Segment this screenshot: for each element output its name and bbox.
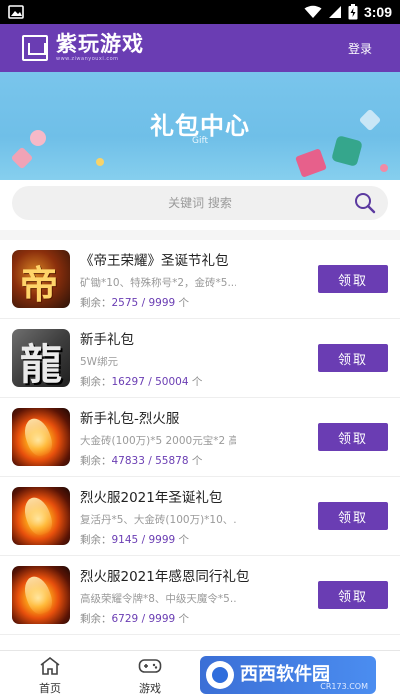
gift-item[interactable]: 烈火服2021年感恩同行礼包 高级荣耀令牌*8、中级天魔令*5... 剩余：67… bbox=[0, 556, 400, 635]
game-thumbnail bbox=[12, 566, 70, 624]
logo-title: 紫玩游戏 bbox=[56, 32, 144, 56]
gift-list: 帝 《帝王荣耀》圣诞节礼包 矿锄*10、特殊称号*2，金砖*5... 剩余：25… bbox=[0, 240, 400, 635]
heart-decoration bbox=[10, 146, 34, 170]
gift-item[interactable]: 龍 新手礼包 5W绑元 剩余：16297 / 50004 个 领取 bbox=[0, 319, 400, 398]
banner-subtitle: Gift bbox=[191, 136, 208, 146]
watermark-url: CR173.COM bbox=[320, 682, 368, 691]
wifi-icon bbox=[304, 5, 322, 18]
app-header: 紫玩游戏 www.ziwanyouxi.com 登录 bbox=[0, 24, 400, 72]
gift-item[interactable]: 新手礼包-烈火服 大金砖(100万)*5 2000元宝*2 高... 剩余：47… bbox=[0, 398, 400, 477]
search-input[interactable] bbox=[12, 186, 388, 220]
nav-games-label: 游戏 bbox=[139, 681, 161, 695]
gift-description: 大金砖(100万)*5 2000元宝*2 高... bbox=[80, 434, 236, 447]
dot-decoration bbox=[96, 158, 104, 166]
section-divider bbox=[0, 230, 400, 240]
gift-description: 高级荣耀令牌*8、中级天魔令*5... bbox=[80, 592, 236, 605]
gift-stock: 剩余：9145 / 9999 个 bbox=[80, 533, 190, 546]
gift-stock: 剩余：16297 / 50004 个 bbox=[80, 375, 203, 388]
claim-button[interactable]: 领取 bbox=[318, 265, 388, 293]
gift-stock: 剩余：6729 / 9999 个 bbox=[80, 612, 190, 625]
dot-decoration bbox=[380, 164, 388, 172]
nav-home[interactable]: 首页 bbox=[0, 651, 100, 700]
gift-description: 复活丹*5、大金砖(100万)*10、... bbox=[80, 513, 236, 526]
logo-mark-icon bbox=[22, 35, 48, 61]
nav-games[interactable]: 游戏 bbox=[100, 651, 200, 700]
site-watermark: 西西软件园 CR173.COM bbox=[200, 656, 376, 694]
brand-logo[interactable]: 紫玩游戏 www.ziwanyouxi.com bbox=[22, 34, 144, 62]
photo-icon bbox=[8, 5, 24, 19]
gamepad-icon bbox=[138, 658, 162, 673]
gift-title: 烈火服2021年圣诞礼包 bbox=[80, 489, 223, 506]
home-icon bbox=[40, 656, 60, 675]
game-thumbnail: 帝 bbox=[12, 250, 70, 308]
claim-button[interactable]: 领取 bbox=[318, 344, 388, 372]
claim-button[interactable]: 领取 bbox=[318, 423, 388, 451]
gift-stock: 剩余：2575 / 9999 个 bbox=[80, 296, 190, 309]
gift-title: 烈火服2021年感恩同行礼包 bbox=[80, 568, 250, 585]
claim-button[interactable]: 领取 bbox=[318, 581, 388, 609]
gift-title: 新手礼包-烈火服 bbox=[80, 410, 180, 427]
gift-decoration bbox=[295, 148, 327, 178]
gift-description: 5W绑元 bbox=[80, 355, 119, 368]
search-icon[interactable] bbox=[354, 192, 376, 214]
game-thumbnail: 龍 bbox=[12, 329, 70, 387]
clock: 3:09 bbox=[363, 4, 392, 20]
watermark-logo-icon bbox=[206, 661, 234, 689]
game-thumbnail bbox=[12, 408, 70, 466]
battery-icon bbox=[348, 4, 358, 20]
gift-stock: 剩余：47833 / 55878 个 bbox=[80, 454, 203, 467]
search-bar bbox=[12, 186, 388, 220]
nav-home-label: 首页 bbox=[39, 681, 61, 695]
watermark-text: 西西软件园 bbox=[240, 664, 330, 685]
signal-icon bbox=[328, 6, 341, 18]
gift-title: 新手礼包 bbox=[80, 331, 134, 348]
gift-item[interactable]: 帝 《帝王荣耀》圣诞节礼包 矿锄*10、特殊称号*2，金砖*5... 剩余：25… bbox=[0, 240, 400, 319]
login-link[interactable]: 登录 bbox=[348, 40, 372, 57]
gift-item[interactable]: 烈火服2021年圣诞礼包 复活丹*5、大金砖(100万)*10、... 剩余：9… bbox=[0, 477, 400, 556]
claim-button[interactable]: 领取 bbox=[318, 502, 388, 530]
gift-title: 《帝王荣耀》圣诞节礼包 bbox=[80, 252, 229, 269]
game-thumbnail bbox=[12, 487, 70, 545]
logo-url: www.ziwanyouxi.com bbox=[56, 56, 119, 62]
status-bar: 3:09 bbox=[0, 0, 400, 24]
search-area bbox=[0, 180, 400, 230]
gift-description: 矿锄*10、特殊称号*2，金砖*5... bbox=[80, 276, 236, 289]
gift-banner: 礼包中心 Gift bbox=[0, 72, 400, 180]
